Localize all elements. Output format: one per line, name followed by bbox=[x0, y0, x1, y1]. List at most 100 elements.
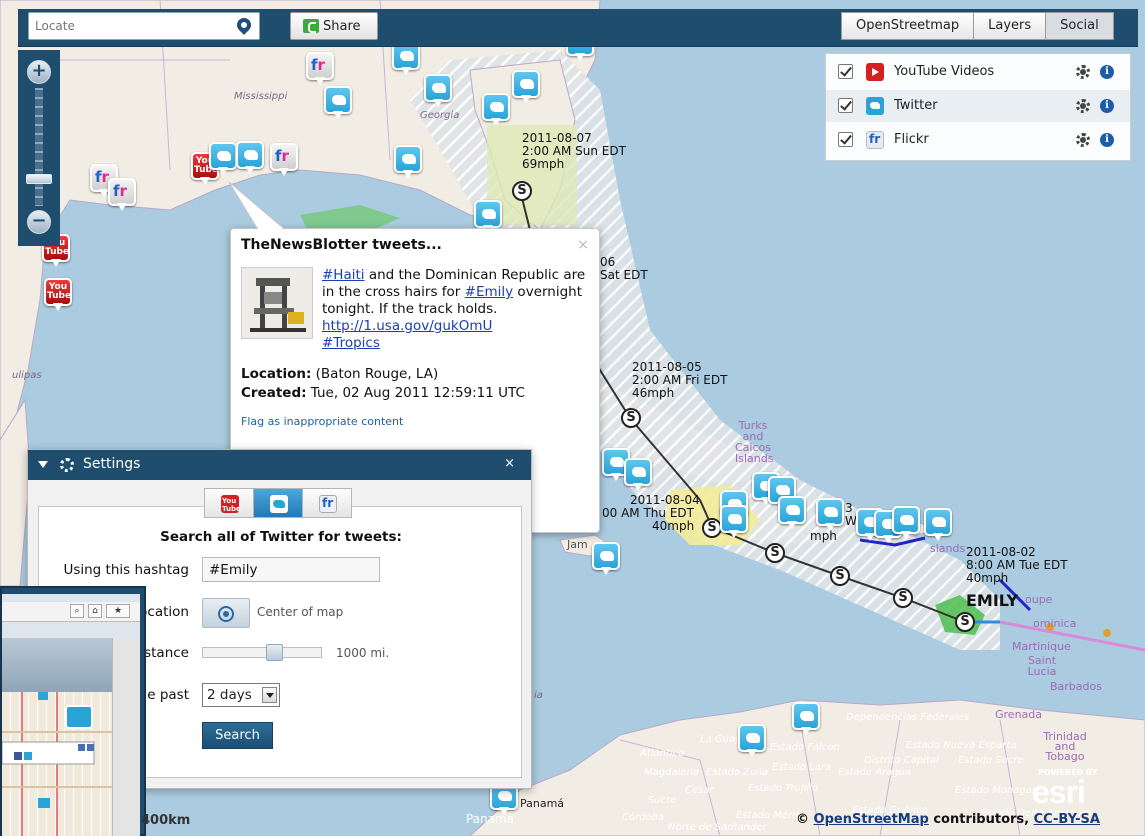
map-label: Estado Nueva Esparta bbox=[906, 740, 1017, 751]
tweet-avatar bbox=[241, 267, 313, 339]
twitter-marker[interactable] bbox=[482, 93, 510, 127]
layer-label: YouTube Videos bbox=[894, 64, 995, 79]
twitter-marker[interactable] bbox=[892, 506, 920, 540]
tab-openstreetmap[interactable]: OpenStreetmap bbox=[841, 12, 975, 40]
map-label: Grenada bbox=[995, 708, 1043, 721]
zoom-slider-thumb[interactable] bbox=[26, 174, 52, 184]
settings-close-button[interactable]: × bbox=[504, 456, 515, 471]
settings-header[interactable]: Settings × bbox=[28, 450, 531, 480]
distance-slider-thumb[interactable] bbox=[266, 644, 283, 661]
popup-close-button[interactable]: × bbox=[577, 237, 589, 253]
gear-icon[interactable] bbox=[1076, 65, 1090, 79]
map-label: Jam bbox=[567, 538, 588, 551]
hashtag-emily-link[interactable]: #Emily bbox=[465, 284, 513, 300]
hashtag-haiti-link[interactable]: #Haiti bbox=[322, 267, 365, 283]
tab-twitter[interactable] bbox=[253, 488, 303, 518]
location-pin-icon[interactable] bbox=[234, 15, 254, 35]
gear-icon[interactable] bbox=[1076, 133, 1090, 147]
zoom-out-button[interactable]: − bbox=[27, 210, 51, 234]
youtube-layer-checkbox[interactable] bbox=[838, 64, 853, 79]
storm-label: 06 Sat EDT bbox=[600, 255, 648, 282]
dropdown-arrow-icon[interactable] bbox=[262, 687, 277, 703]
map-label: Estado Falcon bbox=[770, 742, 840, 753]
locate-input[interactable] bbox=[29, 13, 229, 39]
storm-point-marker[interactable]: S bbox=[702, 518, 722, 538]
info-icon[interactable]: i bbox=[1100, 99, 1114, 113]
twitter-marker[interactable] bbox=[720, 505, 748, 539]
twitter-marker[interactable] bbox=[738, 724, 766, 758]
hashtag-tropics-link[interactable]: #Tropics bbox=[322, 335, 380, 351]
twitter-marker[interactable] bbox=[392, 42, 420, 76]
storm-point-marker[interactable]: S bbox=[512, 181, 532, 201]
map-label: ulipas bbox=[12, 370, 42, 381]
twitter-marker[interactable] bbox=[424, 74, 452, 108]
flickr-marker[interactable]: fr bbox=[306, 52, 334, 86]
inset-browser-screenshot: ⌕ ⌂ ★ bbox=[0, 586, 146, 836]
info-icon[interactable]: i bbox=[1100, 133, 1114, 147]
days-select[interactable]: 2 days bbox=[202, 683, 280, 707]
twitter-marker[interactable] bbox=[816, 498, 844, 532]
zoom-slider-track[interactable] bbox=[35, 88, 43, 206]
search-button[interactable]: Search bbox=[202, 722, 273, 749]
inset-map bbox=[2, 692, 112, 836]
twitter-marker[interactable] bbox=[512, 70, 540, 104]
flickr-marker[interactable]: fr bbox=[270, 143, 298, 177]
storm-point-marker[interactable]: S bbox=[955, 612, 975, 632]
flickr-marker[interactable]: fr bbox=[108, 178, 136, 212]
storm-point-marker[interactable]: S bbox=[830, 566, 850, 586]
youtube-marker[interactable]: You Tube bbox=[44, 278, 72, 312]
layer-row-youtube[interactable]: YouTube Videos i bbox=[826, 56, 1130, 88]
flag-content-link[interactable]: Flag as inappropriate content bbox=[241, 415, 403, 428]
storm-point-marker[interactable]: S bbox=[893, 588, 913, 608]
share-button[interactable]: Share bbox=[290, 12, 378, 40]
twitter-marker[interactable] bbox=[624, 458, 652, 492]
twitter-marker[interactable] bbox=[324, 86, 352, 120]
tab-flickr[interactable]: fr bbox=[302, 488, 352, 518]
tab-social[interactable]: Social bbox=[1045, 12, 1114, 40]
zoom-control: + − bbox=[18, 50, 60, 246]
map-label: Saint Lucia bbox=[1027, 654, 1057, 678]
tab-layers[interactable]: Layers bbox=[973, 12, 1047, 40]
tweet-meta: Location: (Baton Rouge, LA) Created: Tue… bbox=[241, 365, 525, 403]
openstreetmap-link[interactable]: OpenStreetMap bbox=[814, 812, 929, 827]
layer-row-flickr[interactable]: fr Flickr i bbox=[826, 124, 1130, 156]
twitter-marker[interactable] bbox=[924, 508, 952, 542]
twitter-marker[interactable] bbox=[792, 702, 820, 736]
location-label: Location: bbox=[241, 366, 312, 382]
map-label: Sucre bbox=[648, 795, 677, 806]
hashtag-input[interactable] bbox=[202, 557, 380, 582]
map-label: slands bbox=[930, 542, 966, 555]
storm-point-marker[interactable]: S bbox=[621, 408, 641, 428]
tab-youtube[interactable]: You Tube bbox=[204, 488, 254, 518]
twitter-marker[interactable] bbox=[209, 142, 237, 176]
info-icon[interactable]: i bbox=[1100, 65, 1114, 79]
twitter-marker[interactable] bbox=[236, 141, 264, 175]
social-layers-panel: YouTube Videos i Twitter i fr Flickr i bbox=[825, 53, 1131, 161]
distance-slider[interactable] bbox=[202, 644, 322, 661]
flickr-icon: fr bbox=[866, 131, 884, 149]
twitter-marker[interactable] bbox=[592, 542, 620, 576]
map-label: Estado Sucre bbox=[958, 755, 1024, 766]
flickr-icon: fr bbox=[319, 495, 337, 513]
gear-icon[interactable] bbox=[1076, 99, 1090, 113]
zoom-in-button[interactable]: + bbox=[27, 60, 51, 84]
map-label: oupe bbox=[1025, 593, 1053, 606]
twitter-marker[interactable] bbox=[394, 145, 422, 179]
layer-row-twitter[interactable]: Twitter i bbox=[826, 90, 1130, 122]
created-label: Created: bbox=[241, 385, 307, 401]
search-title: Search all of Twitter for tweets: bbox=[160, 529, 402, 545]
storm-label: 2011-08-02 8:00 AM Tue EDT 40mph bbox=[966, 545, 1068, 585]
inset-street-map bbox=[2, 692, 112, 836]
locate-box[interactable] bbox=[28, 12, 260, 40]
twitter-marker[interactable] bbox=[778, 496, 806, 530]
twitter-layer-checkbox[interactable] bbox=[838, 98, 853, 113]
storm-label: 2011-08-04 00 AM Thu EDT 40mph bbox=[602, 493, 700, 533]
storm-point-marker[interactable]: S bbox=[765, 543, 785, 563]
license-link[interactable]: CC-BY-SA bbox=[1034, 812, 1100, 827]
tweet-url-link[interactable]: http://1.usa.gov/gukOmU bbox=[322, 318, 492, 334]
youtube-icon: You Tube bbox=[221, 495, 241, 513]
collapse-triangle-icon[interactable] bbox=[38, 461, 48, 468]
locate-target-button[interactable] bbox=[202, 598, 250, 628]
youtube-icon bbox=[866, 63, 884, 81]
flickr-layer-checkbox[interactable] bbox=[838, 132, 853, 147]
